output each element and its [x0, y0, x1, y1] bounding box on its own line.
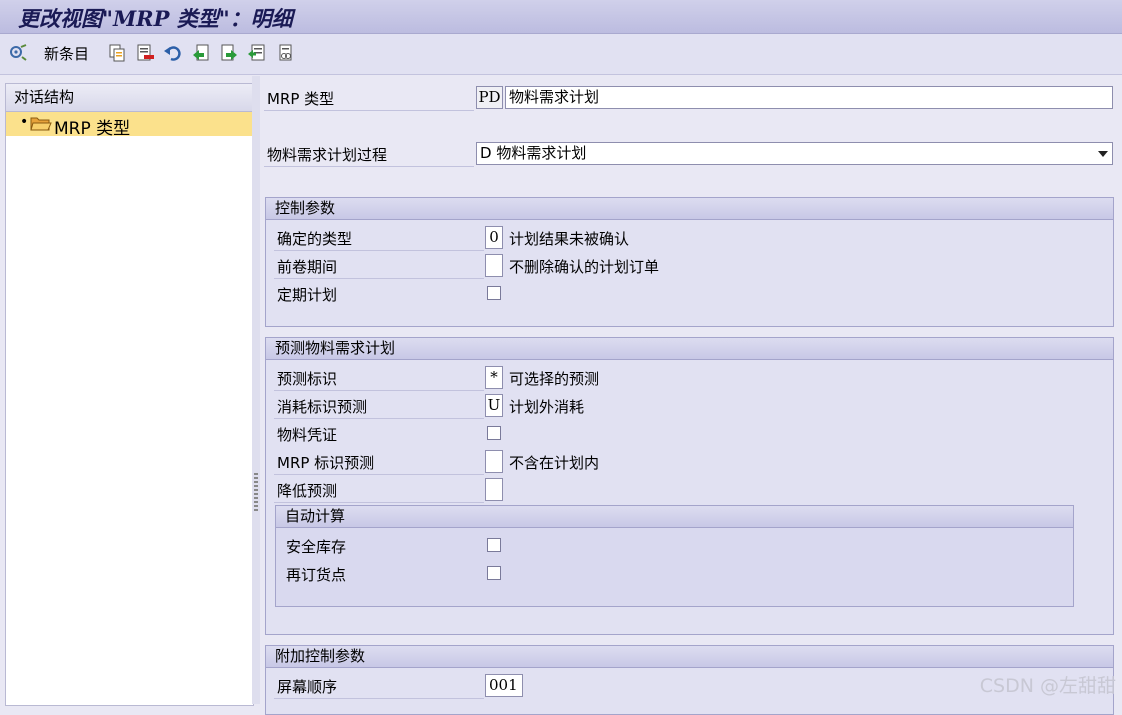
splitter-grip-icon[interactable] [254, 473, 258, 511]
label-underline [274, 502, 484, 503]
copy-icon [107, 43, 127, 63]
reorder-point-label: 再订货点 [286, 566, 347, 584]
previous-entry-icon [191, 43, 211, 63]
application-toolbar: 新条目 [0, 34, 1122, 75]
safety-stock-label: 安全库存 [286, 538, 347, 556]
mrp-procedure-value: D 物料需求计划 [480, 144, 587, 162]
delete-icon [135, 43, 155, 63]
change-display-icon [8, 43, 28, 63]
undo-icon [163, 43, 183, 63]
group-title: 附加控制参数 [266, 646, 1113, 668]
change-display-button[interactable] [8, 42, 28, 64]
window-title: 更改视图"MRP 类型"：明细 [18, 6, 293, 31]
mrp-type-label: MRP 类型 [267, 90, 335, 108]
mrp-indicator-description: 不含在计划内 [509, 454, 600, 472]
rollforward-field[interactable] [485, 254, 503, 277]
rollforward-description: 不删除确认的计划订单 [509, 258, 660, 276]
panel-splitter[interactable] [252, 76, 260, 704]
consumption-indicator-field[interactable]: U [485, 394, 503, 417]
nav-item-label: MRP 类型 [54, 119, 131, 139]
previous-entry-button[interactable] [191, 42, 211, 64]
safety-stock-checkbox[interactable] [487, 538, 501, 552]
next-entry-button[interactable] [219, 42, 239, 64]
consumption-indicator-label: 消耗标识预测 [277, 398, 368, 416]
forecast-indicator-description: 可选择的预测 [509, 370, 600, 388]
forecast-indicator-field[interactable]: * [485, 366, 503, 389]
firming-type-description: 计划结果未被确认 [509, 230, 630, 248]
label-underline [274, 418, 484, 419]
label-underline [264, 166, 474, 167]
consumption-indicator-description: 计划外消耗 [509, 398, 585, 416]
group-title: 自动计算 [276, 506, 1073, 528]
mrp-indicator-field[interactable] [485, 450, 503, 473]
group-title: 控制参数 [266, 198, 1113, 220]
mrp-indicator-label: MRP 标识预测 [277, 454, 375, 472]
new-entries-label: 新条目 [44, 44, 90, 63]
label-underline [274, 698, 484, 699]
rollforward-label: 前卷期间 [277, 258, 338, 276]
material-document-checkbox[interactable] [487, 426, 501, 440]
nav-item-mrp-type[interactable]: • MRP 类型 [6, 112, 253, 139]
new-entries-button[interactable]: 新条目 [38, 42, 89, 64]
material-document-label: 物料凭证 [277, 426, 338, 444]
automatic-calculation-group: 自动计算 [275, 505, 1074, 607]
label-underline [274, 278, 484, 279]
reduce-forecast-field[interactable] [485, 478, 503, 501]
mrp-procedure-select[interactable]: D 物料需求计划 [476, 142, 1113, 165]
chevron-down-icon[interactable] [1098, 151, 1108, 157]
label-underline [274, 250, 484, 251]
periodic-planning-checkbox[interactable] [487, 286, 501, 300]
dialog-structure-header: 对话结构 [6, 84, 253, 112]
screen-sequence-field[interactable]: 001 [485, 674, 523, 697]
title-bar: 更改视图"MRP 类型"：明细 [0, 0, 1122, 34]
print-icon [276, 43, 296, 63]
tree-bullet-icon: • [20, 114, 29, 130]
label-underline [264, 110, 474, 111]
print-button[interactable] [276, 42, 296, 64]
select-all-icon [247, 43, 267, 63]
firming-type-label: 确定的类型 [277, 230, 353, 248]
mrp-type-code-field: PD [476, 86, 503, 109]
screen-sequence-label: 屏幕顺序 [277, 678, 338, 696]
periodic-planning-label: 定期计划 [277, 286, 338, 304]
next-entry-icon [219, 43, 239, 63]
select-all-button[interactable] [247, 42, 267, 64]
reduce-forecast-label: 降低预测 [277, 482, 338, 500]
firming-type-field[interactable]: 0 [485, 226, 503, 249]
undo-button[interactable] [163, 42, 183, 64]
watermark: CSDN @左甜甜 [979, 675, 1116, 697]
reorder-point-checkbox[interactable] [487, 566, 501, 580]
label-underline [274, 390, 484, 391]
delete-button[interactable] [135, 42, 155, 64]
dialog-structure-panel: 对话结构 • MRP 类型 [5, 83, 254, 706]
group-title: 预测物料需求计划 [266, 338, 1113, 360]
copy-button[interactable] [107, 42, 127, 64]
mrp-type-description-field[interactable]: 物料需求计划 [505, 86, 1113, 109]
label-underline [274, 474, 484, 475]
folder-open-icon [30, 115, 52, 136]
mrp-procedure-label: 物料需求计划过程 [267, 146, 388, 164]
forecast-indicator-label: 预测标识 [277, 370, 338, 388]
control-parameters-group: 控制参数 [265, 197, 1114, 327]
